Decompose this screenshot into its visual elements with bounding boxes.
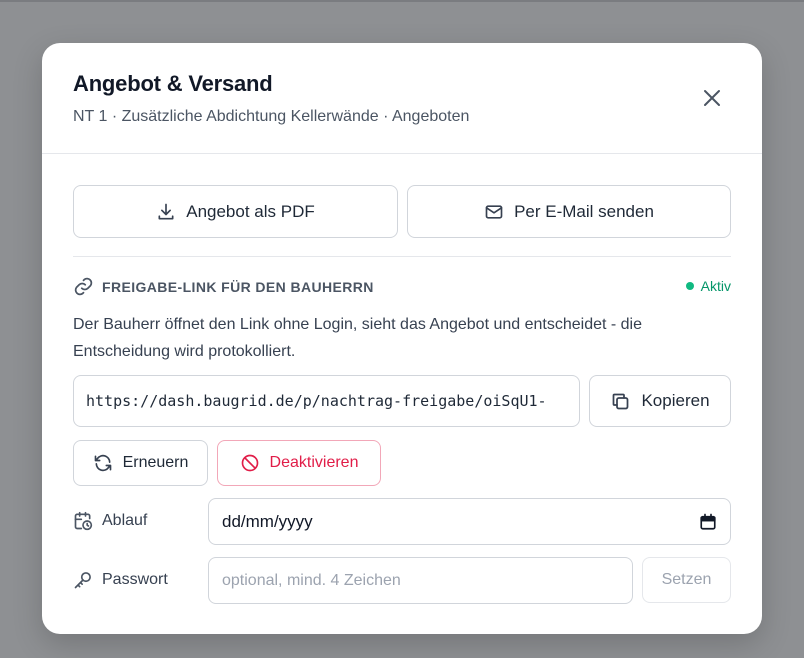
offer-dialog: Angebot & Versand NT 1 · Zusätzliche Abd… bbox=[42, 43, 762, 634]
status-badge: Aktiv bbox=[685, 278, 731, 294]
expiry-label-text: Ablauf bbox=[102, 512, 148, 529]
dialog-title: Angebot & Versand bbox=[73, 71, 273, 96]
password-input[interactable]: optional, mind. 4 Zeichen bbox=[208, 557, 633, 604]
expiry-date-value: dd/mm/yyyy bbox=[222, 511, 313, 531]
mail-icon bbox=[485, 204, 503, 219]
copy-icon bbox=[613, 393, 629, 409]
password-placeholder: optional, mind. 4 Zeichen bbox=[222, 571, 401, 589]
share-link-description: Der Bauherr öffnet den Link ohne Login, … bbox=[73, 316, 642, 360]
send-email-label: Per E-Mail senden bbox=[514, 201, 654, 221]
share-url-field[interactable]: https://dash.baugrid.de/p/nachtrag-freig… bbox=[73, 375, 580, 427]
share-url-value: https://dash.baugrid.de/p/nachtrag-freig… bbox=[86, 392, 547, 410]
download-pdf-button[interactable]: Angebot als PDF bbox=[73, 185, 398, 238]
download-icon bbox=[158, 203, 174, 219]
deactivate-link-label: Deaktivieren bbox=[269, 454, 359, 471]
dialog-header: Angebot & Versand NT 1 · Zusätzliche Abd… bbox=[42, 43, 762, 154]
expiry-date-input[interactable]: dd/mm/yyyy bbox=[208, 498, 731, 545]
key-icon bbox=[74, 572, 91, 589]
share-link-heading-label: FREIGABE-LINK FÜR DEN BAUHERRN bbox=[102, 278, 374, 295]
dialog-subtitle: NT 1 · Zusätzliche Abdichtung Kellerwänd… bbox=[73, 108, 470, 125]
deactivate-link-button[interactable]: Deaktivieren bbox=[217, 440, 381, 486]
copy-link-label: Kopieren bbox=[641, 391, 710, 410]
renew-link-label: Erneuern bbox=[122, 454, 189, 471]
password-label: Passwort bbox=[73, 570, 168, 590]
download-pdf-label: Angebot als PDF bbox=[186, 201, 315, 221]
refresh-icon bbox=[94, 454, 111, 472]
calendar-icon[interactable] bbox=[699, 513, 717, 531]
close-button[interactable] bbox=[702, 88, 722, 108]
ban-icon bbox=[241, 454, 258, 472]
set-password-button[interactable]: Setzen bbox=[642, 557, 731, 603]
link-icon bbox=[74, 277, 93, 296]
status-dot bbox=[685, 282, 694, 290]
status-label: Aktiv bbox=[700, 278, 731, 294]
calendar-clock-icon bbox=[74, 511, 93, 531]
copy-link-button[interactable]: Kopieren bbox=[589, 375, 731, 427]
renew-link-button[interactable]: Erneuern bbox=[73, 440, 208, 486]
password-label-text: Passwort bbox=[102, 571, 168, 588]
send-email-button[interactable]: Per E-Mail senden bbox=[407, 185, 731, 238]
close-icon bbox=[704, 90, 720, 106]
section-divider bbox=[73, 256, 731, 257]
share-link-heading: FREIGABE-LINK FÜR DEN BAUHERRN bbox=[73, 276, 374, 297]
backdrop-edge bbox=[0, 0, 804, 2]
set-password-label: Setzen bbox=[661, 571, 712, 588]
expiry-label: Ablauf bbox=[73, 511, 147, 531]
